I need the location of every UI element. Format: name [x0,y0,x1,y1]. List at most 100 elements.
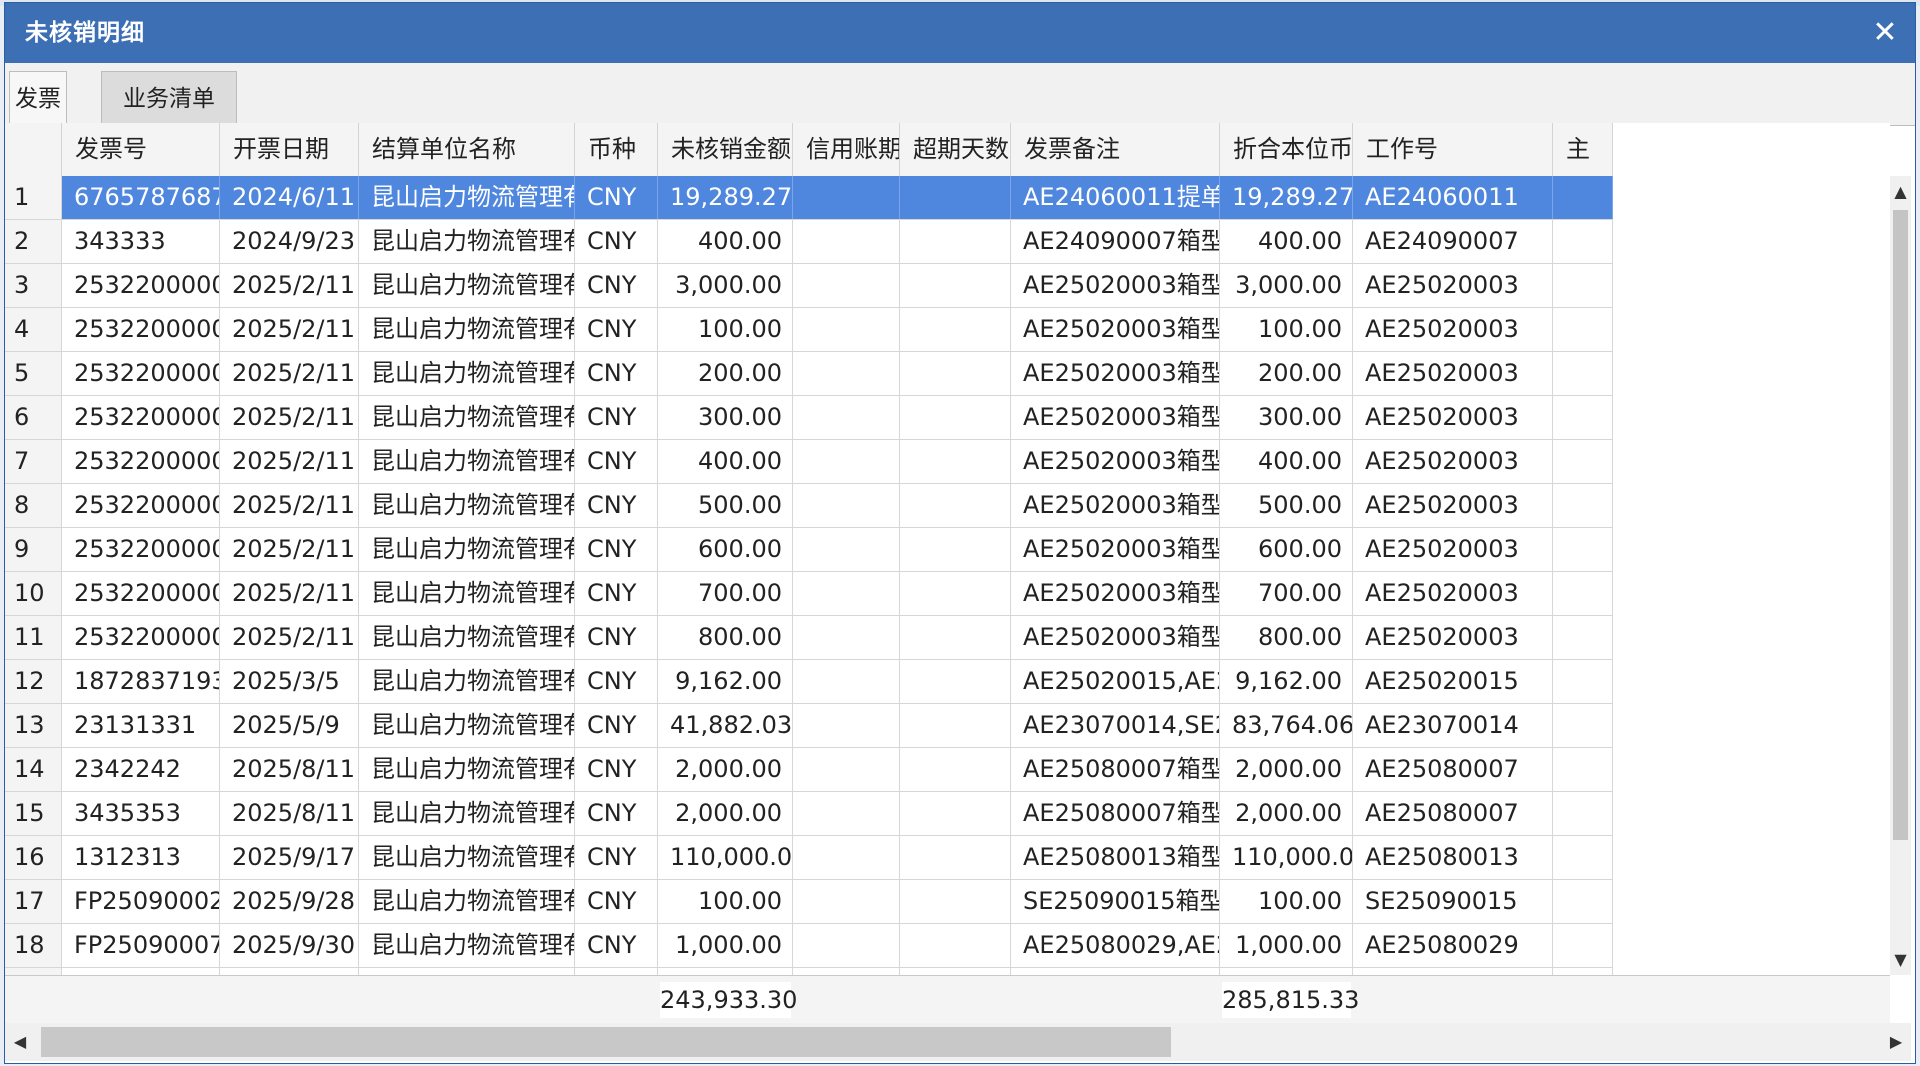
table-row[interactable]: 167657876872024/6/11昆山启力物流管理有...CNY19,28… [5,176,1613,220]
cell-job-no[interactable]: AE25020003 [1353,616,1553,659]
cell-job-no[interactable]: AE23070014 [1353,704,1553,747]
cell-invoice-date[interactable]: 2025/5/9 [220,704,359,747]
cell-settlement-unit[interactable]: 昆山启力物流管理有... [359,264,575,307]
scroll-right-icon[interactable]: ▶ [1881,1023,1911,1061]
cell-row-number[interactable]: 16 [5,836,62,879]
table-row[interactable]: 625322000000...2025/2/11昆山启力物流管理有...CNY3… [5,396,1613,440]
cell-currency[interactable]: CNY [575,924,658,967]
cell-credit-period[interactable] [793,572,900,615]
cell-unverified-amount[interactable]: 400.00 [658,220,793,263]
cell-currency[interactable]: CNY [575,440,658,483]
column-header[interactable]: 信用账期 [793,123,900,176]
table-row[interactable]: 1025322000000...2025/2/11昆山启力物流管理有...CNY… [5,572,1613,616]
cell-invoice-date[interactable]: 2025/2/11 [220,352,359,395]
cell-unverified-amount[interactable]: 400.00 [658,440,793,483]
cell-unverified-amount[interactable]: 9,162.00 [658,660,793,703]
cell-currency[interactable]: CNY [575,572,658,615]
cell-row-number[interactable]: 14 [5,748,62,791]
cell-overdue-days[interactable] [900,660,1011,703]
cell-settlement-unit[interactable]: 昆山启力物流管理有... [359,748,575,791]
cell-row-number[interactable]: 9 [5,528,62,571]
cell-invoice-date[interactable]: 2025/2/11 [220,396,359,439]
cell-currency[interactable]: CNY [575,660,658,703]
cell-invoice-memo[interactable]: AE25020003箱型箱... [1011,484,1220,527]
cell-currency[interactable]: CNY [575,704,658,747]
cell-invoice-date[interactable]: 2025/9/28 [220,880,359,923]
table-row[interactable]: 23433332024/9/23昆山启力物流管理有...CNY400.00AE2… [5,220,1613,264]
cell-row-number[interactable]: 13 [5,704,62,747]
cell-invoice-no[interactable]: 25322000000... [62,308,220,351]
column-header[interactable]: 发票备注 [1011,123,1220,176]
cell-unverified-amount[interactable]: 100.00 [658,308,793,351]
cell-invoice-memo[interactable]: SE25090015箱型箱... [1011,880,1220,923]
cell-currency[interactable]: CNY [575,264,658,307]
cell-row-number[interactable]: 3 [5,264,62,307]
cell-credit-period[interactable] [793,704,900,747]
cell-credit-period[interactable] [793,748,900,791]
cell-base-currency-amount[interactable]: 100.00 [1220,308,1353,351]
cell-job-no[interactable]: AE25080007 [1353,792,1553,835]
cell-settlement-unit[interactable]: 昆山启力物流管理有... [359,880,575,923]
cell-invoice-memo[interactable]: AE25020003箱型箱... [1011,616,1220,659]
column-header[interactable]: 超期天数 [900,123,1011,176]
cell-row-number[interactable]: 1 [5,176,62,219]
cell-job-no[interactable]: AE25020003 [1353,352,1553,395]
cell-settlement-unit[interactable]: 昆山启力物流管理有... [359,484,575,527]
cell-settlement-unit[interactable]: 昆山启力物流管理有... [359,308,575,351]
cell-invoice-date[interactable]: 2025/2/11 [220,484,359,527]
vertical-scroll-thumb[interactable] [1893,210,1908,840]
cell-credit-period[interactable] [793,176,900,219]
cell-row-number[interactable]: 5 [5,352,62,395]
cell-credit-period[interactable] [793,528,900,571]
cell-currency[interactable]: CNY [575,792,658,835]
cell-unverified-amount[interactable]: 2,000.00 [658,748,793,791]
column-header[interactable]: 币种 [575,123,658,176]
cell-currency[interactable]: CNY [575,880,658,923]
table-row[interactable]: 18FP250900072025/9/30昆山启力物流管理有...CNY1,00… [5,924,1613,968]
column-header[interactable]: 结算单位名称 [359,123,575,176]
cell-row-number[interactable]: 8 [5,484,62,527]
vertical-scrollbar[interactable]: ▲ ▼ [1890,176,1911,975]
cell-currency[interactable]: CNY [575,616,658,659]
cell-invoice-memo[interactable]: AE24090007箱型箱... [1011,220,1220,263]
cell-overdue-days[interactable] [900,220,1011,263]
table-row[interactable]: 725322000000...2025/2/11昆山启力物流管理有...CNY4… [5,440,1613,484]
table-row[interactable]: 825322000000...2025/2/11昆山启力物流管理有...CNY5… [5,484,1613,528]
cell-overdue-days[interactable] [900,836,1011,879]
cell-invoice-date[interactable]: 2024/6/11 [220,176,359,219]
cell-invoice-date[interactable]: 2025/8/11 [220,792,359,835]
table-row[interactable]: 1423422422025/8/11昆山启力物流管理有...CNY2,000.0… [5,748,1613,792]
cell-invoice-memo[interactable]: AE23070014,SE23... [1011,704,1220,747]
cell-job-no[interactable]: AE24090007 [1353,220,1553,263]
column-header[interactable]: 未核销金额 [658,123,793,176]
cell-settlement-unit[interactable]: 昆山启力物流管理有... [359,396,575,439]
cell-invoice-memo[interactable]: AE25020003箱型箱... [1011,352,1220,395]
cell-credit-period[interactable] [793,352,900,395]
cell-row-number[interactable]: 17 [5,880,62,923]
cell-invoice-memo[interactable]: AE25020015,AE25... [1011,660,1220,703]
cell-base-currency-amount[interactable]: 100.00 [1220,880,1353,923]
cell-overdue-days[interactable] [900,748,1011,791]
cell-overdue-days[interactable] [900,704,1011,747]
cell-overdue-days[interactable] [900,616,1011,659]
cell-invoice-memo[interactable]: AE25080007箱型箱... [1011,792,1220,835]
table-row[interactable]: 17FP250900022025/9/28昆山启力物流管理有...CNY100.… [5,880,1613,924]
cell-base-currency-amount[interactable]: 110,000.00 [1220,836,1353,879]
cell-invoice-memo[interactable]: AE25080007箱型箱... [1011,748,1220,791]
cell-currency[interactable]: CNY [575,352,658,395]
cell-base-currency-amount[interactable]: 9,162.00 [1220,660,1353,703]
table-row[interactable]: 1534353532025/8/11昆山启力物流管理有...CNY2,000.0… [5,792,1613,836]
cell-unverified-amount[interactable]: 110,000.00 [658,836,793,879]
cell-invoice-date[interactable]: 2025/3/5 [220,660,359,703]
cell-invoice-no[interactable]: 23131331 [62,704,220,747]
cell-job-no[interactable]: AE25020003 [1353,572,1553,615]
cell-base-currency-amount[interactable]: 200.00 [1220,352,1353,395]
cell-credit-period[interactable] [793,880,900,923]
cell-base-currency-amount[interactable]: 600.00 [1220,528,1353,571]
cell-invoice-no[interactable]: FP25090007 [62,924,220,967]
cell-invoice-memo[interactable]: AE25020003箱型箱... [1011,440,1220,483]
column-header[interactable]: 发票号 [62,123,220,176]
cell-invoice-date[interactable]: 2025/2/11 [220,308,359,351]
cell-invoice-no[interactable]: 25322000000... [62,264,220,307]
cell-currency[interactable]: CNY [575,836,658,879]
